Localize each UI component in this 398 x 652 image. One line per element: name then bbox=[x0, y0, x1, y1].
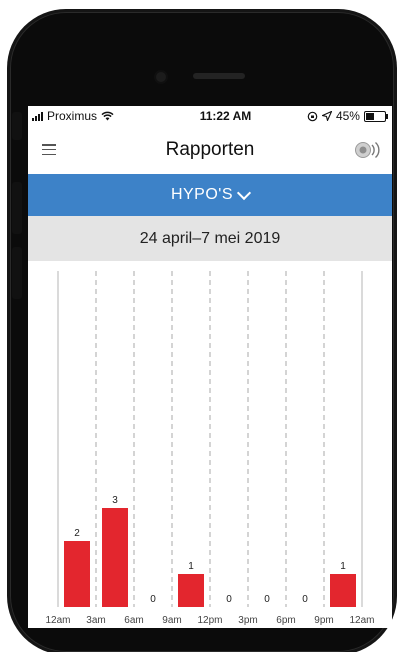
cell-signal-icon bbox=[32, 111, 43, 121]
clock: 11:22 AM bbox=[199, 109, 252, 123]
bar-value-label: 2 bbox=[74, 528, 80, 539]
x-tick-label: 6pm bbox=[276, 615, 295, 626]
hypo-bar-chart: 2 3 0 1 0 0 0 1 12am 3am 6am 9am 12pm 3pm 6pm 9pm 12am bbox=[28, 261, 392, 628]
report-type-label: HYPO'S bbox=[170, 186, 234, 203]
x-tick-label: 12am bbox=[45, 615, 70, 626]
chart-svg: 2 3 0 1 0 0 0 1 12am 3am 6am 9am 12pm 3pm 6pm 9pm 12am bbox=[45, 271, 375, 626]
x-tick-label: 12am bbox=[349, 615, 374, 626]
bar-value-label: 0 bbox=[302, 594, 308, 605]
date-range-label: 24 april–7 mei 2019 bbox=[139, 229, 281, 247]
location-arrow-icon bbox=[321, 111, 332, 121]
x-tick-label: 3am bbox=[86, 615, 105, 626]
bar-value-label: 0 bbox=[264, 594, 270, 605]
earpiece-speaker bbox=[193, 73, 245, 79]
status-bar: Proximus 11:22 AM 45% bbox=[28, 106, 392, 126]
bar bbox=[64, 541, 90, 607]
bar-value-label: 1 bbox=[188, 561, 194, 572]
bar-value-label: 0 bbox=[150, 594, 156, 605]
bar-value-label: 0 bbox=[226, 594, 232, 605]
page-title: Rapporten bbox=[165, 139, 255, 160]
date-range-bar[interactable]: 24 april–7 mei 2019 bbox=[28, 216, 392, 261]
bar-value-label: 1 bbox=[340, 561, 346, 572]
app-screen: Proximus 11:22 AM 45% Rapporten HYPO'S 2… bbox=[28, 106, 392, 628]
x-tick-label: 9am bbox=[162, 615, 181, 626]
x-tick-label: 9pm bbox=[314, 615, 333, 626]
carrier-name: Proximus bbox=[47, 109, 98, 123]
bar-value-label: 3 bbox=[112, 495, 118, 506]
volume-up-button bbox=[12, 182, 22, 234]
battery-percentage: 45% bbox=[335, 109, 360, 123]
wifi-icon bbox=[101, 111, 114, 121]
x-tick-label: 3pm bbox=[238, 615, 257, 626]
sensor-signal-icon[interactable] bbox=[354, 140, 380, 160]
app-header: Rapporten bbox=[28, 126, 392, 174]
chevron-down-icon bbox=[236, 185, 252, 201]
battery-icon bbox=[363, 110, 388, 122]
x-tick-label: 12pm bbox=[197, 615, 222, 626]
battery-fill bbox=[365, 112, 375, 120]
volume-down-button bbox=[12, 247, 22, 299]
hamburger-menu-icon[interactable] bbox=[42, 144, 56, 155]
rotation-lock-icon bbox=[307, 111, 318, 121]
bar bbox=[102, 508, 128, 607]
mute-switch bbox=[12, 112, 22, 140]
x-tick-label: 6am bbox=[124, 615, 143, 626]
bar bbox=[330, 574, 356, 607]
front-camera bbox=[156, 72, 166, 82]
bar bbox=[178, 574, 204, 607]
report-type-dropdown[interactable]: HYPO'S bbox=[28, 174, 392, 216]
